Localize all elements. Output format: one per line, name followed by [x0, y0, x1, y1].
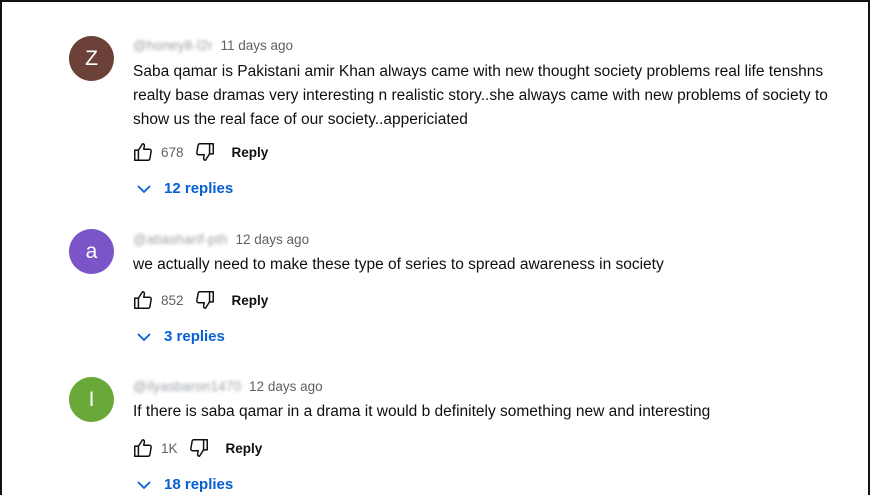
thumbs-up-icon	[134, 143, 152, 161]
comment-actions: 1K Reply	[130, 436, 262, 460]
avatar[interactable]: I	[69, 377, 114, 422]
like-count: 678	[161, 144, 184, 160]
avatar[interactable]: a	[69, 229, 114, 274]
view-replies-button[interactable]: 12 replies	[136, 180, 233, 197]
avatar-letter: I	[88, 387, 95, 411]
view-replies-button[interactable]: 3 replies	[136, 328, 225, 345]
chevron-down-icon	[137, 184, 151, 193]
comment-header: @honey8-l2r 11 days ago	[133, 38, 293, 53]
dislike-button[interactable]	[186, 436, 212, 460]
comment-text: Saba qamar is Pakistani amir Khan always…	[133, 63, 828, 128]
replies-count-label: 3 replies	[164, 328, 225, 345]
like-button[interactable]	[130, 288, 156, 312]
author-handle[interactable]: @ilyasbaron1470	[133, 379, 241, 394]
thumbs-up-icon	[134, 439, 152, 457]
reply-button[interactable]: Reply	[232, 145, 269, 160]
avatar[interactable]: Z	[69, 36, 114, 81]
comment-timestamp[interactable]: 11 days ago	[220, 38, 293, 53]
like-count: 852	[161, 292, 184, 308]
comment-actions: 852 Reply	[130, 288, 268, 312]
replies-count-label: 18 replies	[164, 476, 234, 493]
reply-button[interactable]: Reply	[232, 293, 269, 308]
chevron-down-icon	[137, 332, 151, 341]
like-button[interactable]	[130, 140, 156, 164]
like-count: 1K	[161, 440, 178, 456]
author-handle[interactable]: @atiasharif-pth	[133, 232, 228, 247]
comments-panel: Z @honey8-l2r 11 days ago Saba qamar is …	[0, 0, 870, 495]
comment-text: we actually need to make these type of s…	[133, 256, 664, 273]
thumbs-down-icon	[189, 439, 208, 457]
chevron-down-icon	[137, 480, 151, 489]
comment-header: @ilyasbaron1470 12 days ago	[133, 379, 323, 394]
thumbs-down-icon	[195, 143, 214, 161]
avatar-letter: Z	[85, 46, 98, 70]
reply-button[interactable]: Reply	[226, 441, 263, 456]
dislike-button[interactable]	[192, 140, 218, 164]
like-button[interactable]	[130, 436, 156, 460]
comment-text: If there is saba qamar in a drama it wou…	[133, 403, 711, 420]
view-replies-button[interactable]: 18 replies	[136, 476, 233, 493]
comment-timestamp[interactable]: 12 days ago	[236, 232, 310, 247]
avatar-letter: a	[85, 239, 98, 263]
replies-count-label: 12 replies	[164, 180, 234, 197]
comment-actions: 678 Reply	[130, 140, 268, 164]
dislike-button[interactable]	[192, 288, 218, 312]
author-handle[interactable]: @honey8-l2r	[133, 38, 213, 53]
thumbs-down-icon	[195, 291, 214, 309]
thumbs-up-icon	[134, 291, 152, 309]
comment-header: @atiasharif-pth 12 days ago	[133, 232, 309, 247]
comment-timestamp[interactable]: 12 days ago	[249, 379, 323, 394]
